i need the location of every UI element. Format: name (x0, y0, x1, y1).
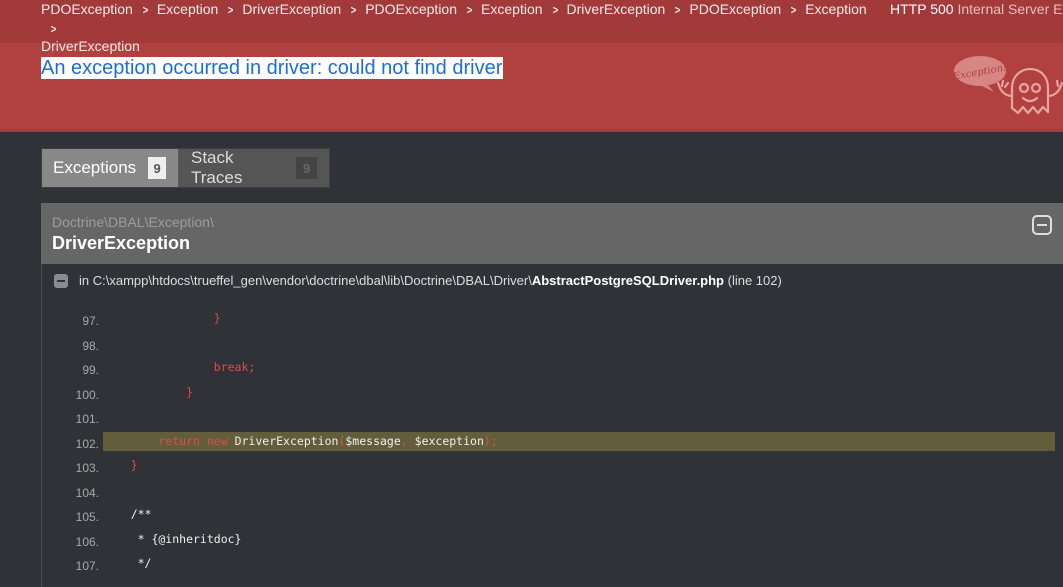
highlighted-code: return new DriverException($message, $ex… (103, 431, 1055, 451)
collapse-icon[interactable] (1032, 215, 1052, 235)
line-number: 104. (75, 485, 99, 500)
tab-bar: Exceptions 9 Stack Traces 9 (41, 148, 330, 188)
chevron-right-icon: > (466, 3, 473, 17)
exception-namespace: Doctrine\DBAL\Exception\ (52, 214, 214, 230)
count-badge: 9 (296, 157, 317, 179)
chevron-right-icon: > (790, 3, 797, 17)
chevron-right-icon: > (50, 21, 57, 36)
breadcrumb-item[interactable]: Exception (157, 1, 218, 17)
code-text: } (213, 311, 221, 325)
code-line: 98. (42, 334, 1063, 359)
tab-stack-traces[interactable]: Stack Traces 9 (178, 148, 329, 187)
code-line: 99. break; (42, 358, 1063, 383)
breadcrumb: PDOException > Exception > DriverException > P… (41, 1, 871, 56)
breadcrumb-item[interactable]: DriverException (567, 1, 666, 17)
code-line: 100. } (42, 383, 1063, 408)
file-directory: C:\xampp\htdocs\trueffel_gen\vendor\doct… (92, 273, 532, 288)
exception-title-bar: Doctrine\DBAL\Exception\ DriverException (41, 203, 1063, 264)
exception-message: An exception occurred in driver: could n… (41, 57, 504, 79)
line-number: 97. (82, 314, 99, 328)
code-line: 101. (42, 407, 1063, 432)
breadcrumb-item[interactable]: PDOException (365, 1, 457, 17)
breadcrumb-item[interactable]: PDOException (41, 1, 133, 17)
tab-exceptions[interactable]: Exceptions 9 (42, 149, 178, 187)
exception-header: PDOException > Exception > DriverException > P… (0, 0, 1063, 132)
code-line: 97. } (42, 309, 1063, 334)
line-number: 98. (82, 338, 99, 353)
line-number: 101. (75, 412, 99, 426)
line-number: 106. (75, 534, 99, 549)
code-snippet: 97. } 98. 99. break; 100. } 101. 102. return … (42, 309, 1063, 579)
file-prefix: in (79, 273, 90, 288)
breadcrumb-item[interactable]: PDOException (689, 1, 781, 17)
file-name: AbstractPostgreSQLDriver.php (531, 273, 724, 288)
code-line: 105. /** (42, 505, 1063, 530)
header-divider (0, 130, 1063, 132)
code-text: } (130, 458, 138, 472)
code-text: /** (103, 507, 152, 521)
code-text: * {@inheritdoc} (103, 531, 242, 546)
code-line: 103. } (42, 456, 1063, 481)
status-text: Internal Server Error (957, 1, 1063, 17)
count-badge: 9 (148, 157, 166, 179)
tab-label: Exceptions (53, 158, 137, 177)
line-number: 102. (75, 436, 99, 451)
file-line-number: (line 102) (727, 273, 782, 288)
line-number: 100. (75, 387, 99, 402)
breadcrumb-item[interactable]: DriverException (242, 1, 341, 17)
ghost-mascot-icon: Exception! (951, 56, 1063, 115)
code-text: */ (103, 556, 152, 570)
chevron-right-icon: > (350, 3, 357, 17)
chevron-right-icon: > (142, 3, 149, 17)
status-code: HTTP 500 (890, 1, 954, 17)
breadcrumb-item[interactable]: Exception (805, 1, 866, 17)
trace-file-location: in C:\xampp\htdocs\trueffel_gen\vendor\d… (54, 273, 782, 288)
code-text: } (186, 384, 194, 399)
code-line: 107. */ (42, 554, 1063, 579)
code-line: 104. (42, 481, 1063, 506)
tab-label: Stack Traces (191, 148, 243, 187)
code-line: 102. return new DriverException($message… (42, 431, 1063, 457)
code-line: 106. * {@inheritdoc} (42, 530, 1063, 555)
breadcrumb-item[interactable]: DriverException (41, 38, 140, 54)
line-number: 105. (75, 510, 99, 524)
http-status: HTTP 500 Internal Server Error (890, 1, 1063, 19)
exception-summary-bar: PDOException > Exception > DriverException > P… (0, 0, 1063, 54)
exception-class: DriverException (52, 233, 191, 253)
chevron-right-icon: > (228, 3, 234, 17)
trace-panel: in C:\xampp\htdocs\trueffel_gen\vendor\d… (41, 264, 1063, 587)
line-number: 99. (82, 363, 99, 377)
chevron-right-icon: > (675, 3, 681, 17)
minus-toggle-icon[interactable] (54, 273, 68, 288)
chevron-right-icon: > (552, 3, 558, 17)
code-text: break; (213, 360, 256, 374)
line-number: 107. (75, 559, 99, 573)
breadcrumb-item[interactable]: Exception (481, 1, 542, 17)
line-number: 103. (75, 461, 99, 475)
